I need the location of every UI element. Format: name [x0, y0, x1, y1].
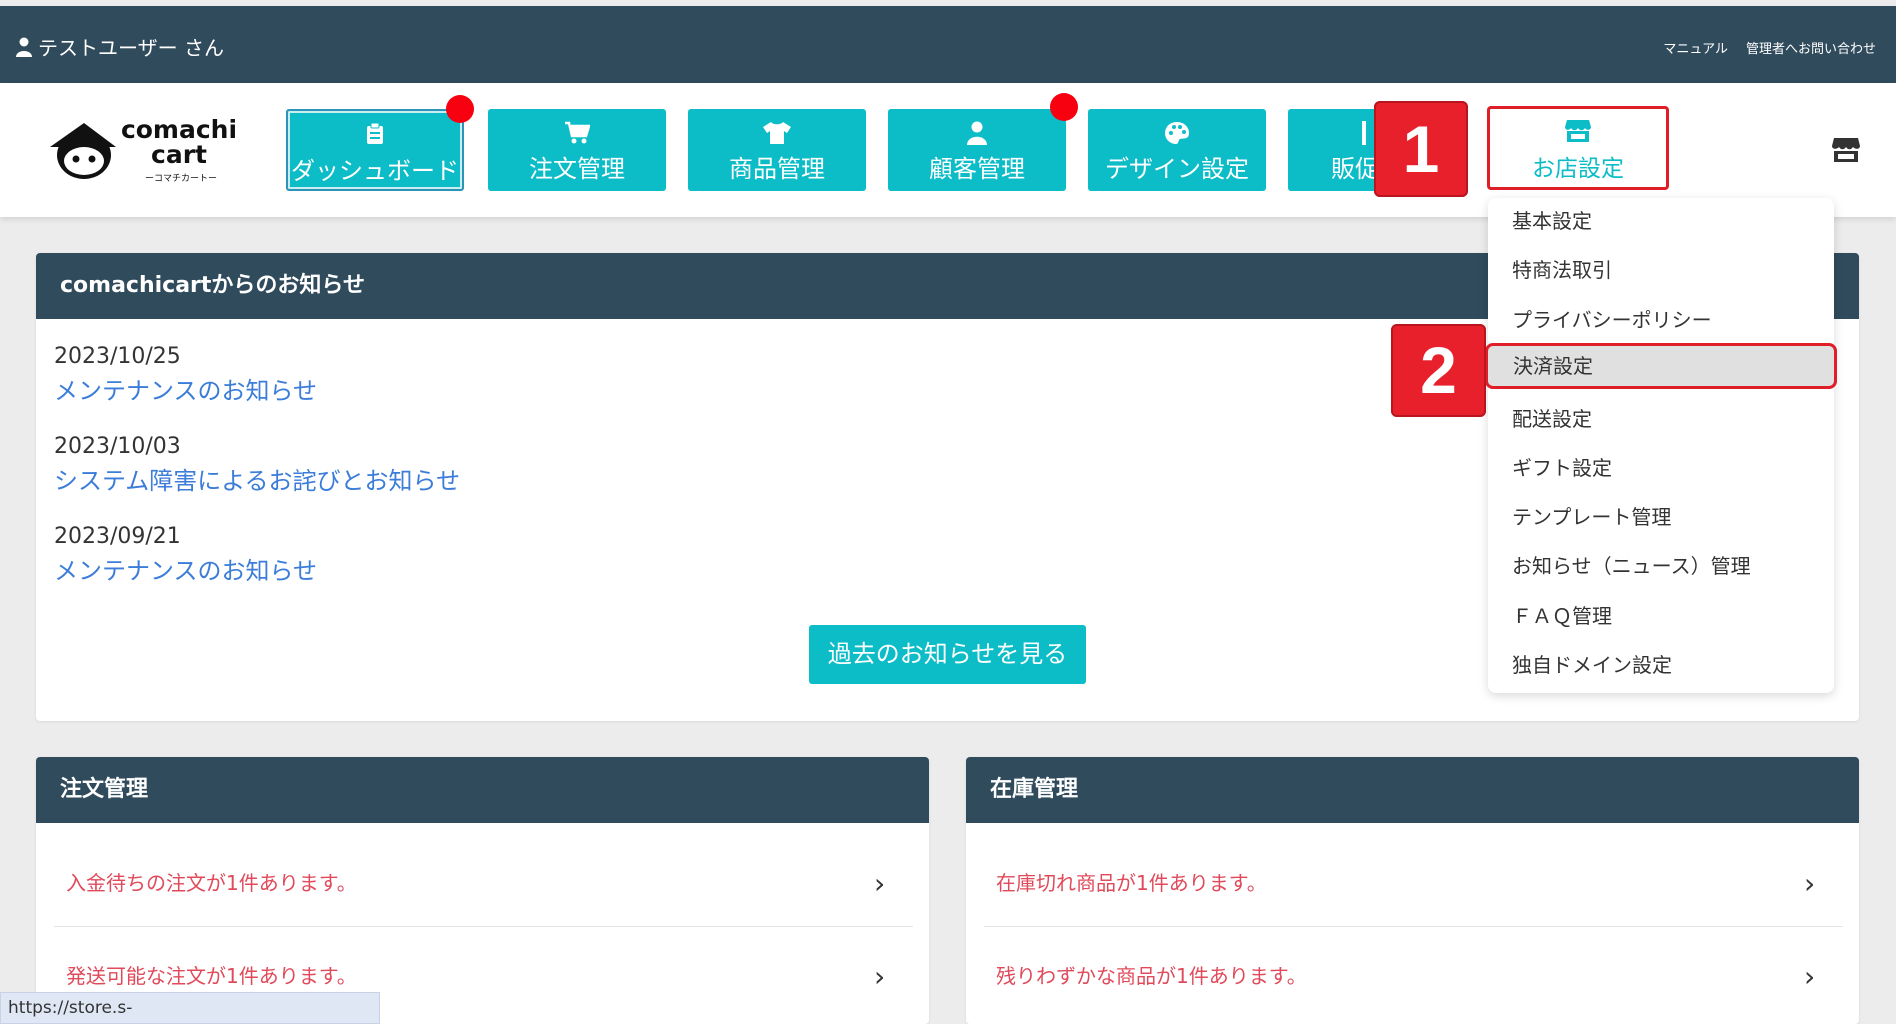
stock-panel-title: 在庫管理 [966, 757, 1859, 823]
menu-item-tokushoho[interactable]: 特商法取引 [1488, 247, 1834, 293]
nav-orders-button[interactable]: 注文管理 [488, 109, 666, 191]
news-item: 2023/09/21 メンテナンスのお知らせ [54, 521, 317, 589]
orders-panel: 注文管理 入金待ちの注文が1件あります。 › 発送可能な注文が1件あります。 › [36, 757, 929, 1024]
order-alert-text: 入金待ちの注文が1件あります。 [66, 871, 357, 895]
news-item: 2023/10/03 システム障害によるお詫びとお知らせ [54, 431, 460, 499]
main-nav: comachi cart ーコマチカートー ダッシュボード 注文管理 商品管理 … [0, 83, 1896, 217]
menu-item-faq-management[interactable]: ＦＡＱ管理 [1488, 593, 1834, 639]
stock-alert-text: 在庫切れ商品が1件あります。 [996, 871, 1267, 895]
order-alert-text: 発送可能な注文が1件あります。 [66, 964, 357, 988]
nav-customers-button[interactable]: 顧客管理 [888, 93, 1078, 191]
user-name: テストユーザー さん [38, 36, 224, 60]
chevron-right-icon: › [1804, 960, 1816, 993]
past-news-button[interactable]: 過去のお知らせを見る [809, 625, 1086, 684]
link-preview-statusbar: https://store.s-flyingfox.com/store/sett… [0, 992, 380, 1024]
nav-design-button[interactable]: デザイン設定 [1088, 109, 1266, 191]
stock-alert-text: 残りわずかな商品が1件あります。 [996, 964, 1307, 988]
store-settings-dropdown: 基本設定 特商法取引 プライバシーポリシー 決済設定 配送設定 ギフト設定 テン… [1485, 198, 1837, 693]
nav-store-label: お店設定 [1532, 156, 1624, 182]
cart-icon [565, 121, 590, 144]
menu-item-template-management[interactable]: テンプレート管理 [1488, 494, 1834, 540]
notification-dot [1050, 93, 1078, 121]
chevron-right-icon: › [874, 960, 886, 993]
user-icon [967, 121, 987, 145]
nav-dashboard-label: ダッシュボード [291, 157, 459, 185]
news-link[interactable]: メンテナンスのお知らせ [54, 373, 317, 409]
step-2-badge: 2 [1391, 324, 1486, 417]
nav-customers-label: 顧客管理 [929, 155, 1025, 183]
nav-design-label: デザイン設定 [1105, 155, 1249, 183]
tshirt-icon [763, 122, 791, 144]
news-item: 2023/10/25 メンテナンスのお知らせ [54, 341, 317, 409]
stock-alert-row[interactable]: 在庫切れ商品が1件あります。 › [984, 835, 1843, 927]
menu-item-news-management[interactable]: お知らせ（ニュース）管理 [1488, 543, 1834, 589]
menu-item-gift-settings[interactable]: ギフト設定 [1488, 445, 1834, 491]
news-date: 2023/10/03 [54, 434, 181, 459]
store-icon [1565, 120, 1591, 142]
manual-link[interactable]: マニュアル [1663, 38, 1728, 57]
menu-item-privacy-policy[interactable]: プライバシーポリシー [1488, 297, 1834, 343]
user-icon [16, 37, 32, 57]
order-alert-row[interactable]: 入金待ちの注文が1件あります。 › [54, 835, 913, 927]
news-date: 2023/10/25 [54, 344, 181, 369]
nav-sales-promotion-button[interactable]: 販促 [1288, 109, 1388, 191]
news-date: 2023/09/21 [54, 524, 181, 549]
comachi-cart-logo[interactable]: comachi cart ーコマチカートー [48, 117, 238, 187]
menu-item-basic-settings[interactable]: 基本設定 [1488, 198, 1834, 244]
contact-admin-link[interactable]: 管理者へお問い合わせ [1746, 38, 1876, 57]
palette-icon [1165, 122, 1189, 144]
menu-item-custom-domain[interactable]: 独自ドメイン設定 [1488, 642, 1834, 688]
chart-icon [1362, 121, 1366, 145]
nav-sales-label: 販促 [1331, 155, 1379, 183]
chevron-right-icon: › [1804, 867, 1816, 900]
nav-orders-label: 注文管理 [529, 155, 625, 183]
orders-panel-title: 注文管理 [36, 757, 929, 823]
nav-products-button[interactable]: 商品管理 [688, 109, 866, 191]
stock-alert-row[interactable]: 残りわずかな商品が1件あります。 › [984, 928, 1843, 1020]
stock-panel: 在庫管理 在庫切れ商品が1件あります。 › 残りわずかな商品が1件あります。 › [966, 757, 1859, 1024]
storefront-icon[interactable] [1832, 137, 1860, 163]
nav-products-label: 商品管理 [729, 155, 825, 183]
menu-item-shipping-settings[interactable]: 配送設定 [1488, 396, 1834, 442]
nav-store-settings-button[interactable]: お店設定 [1487, 106, 1669, 190]
top-bar: テストユーザー さん マニュアル 管理者へお問い合わせ [0, 6, 1896, 83]
logo-line1: comachi [120, 115, 238, 144]
user-menu[interactable]: テストユーザー さん [16, 32, 224, 61]
logo-line2: cart [151, 140, 207, 169]
step-1-badge: 1 [1374, 101, 1468, 197]
menu-item-payment-settings[interactable]: 決済設定 [1485, 343, 1837, 389]
news-link[interactable]: メンテナンスのお知らせ [54, 553, 317, 589]
logo-mascot-icon [50, 123, 116, 179]
nav-dashboard-button[interactable]: ダッシュボード [286, 95, 474, 191]
chevron-right-icon: › [874, 867, 886, 900]
news-link[interactable]: システム障害によるお詫びとお知らせ [54, 463, 460, 499]
notification-dot [446, 95, 474, 123]
clipboard-icon [367, 123, 383, 144]
logo-subtitle: ーコマチカートー [145, 174, 218, 184]
